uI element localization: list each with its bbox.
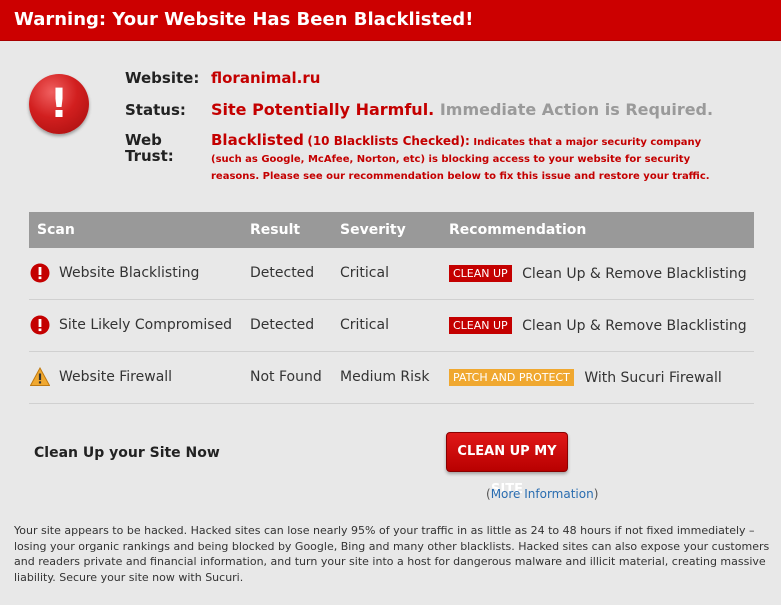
footer-description: Your site appears to be hacked. Hacked s… [14,524,770,584]
row-severity: Critical [340,265,389,281]
error-icon [30,263,50,283]
error-icon [30,315,50,335]
web-trust-label: Web Trust: [125,131,174,165]
row-result: Detected [250,317,315,333]
warning-banner: Warning: Your Website Has Been Blacklist… [0,0,781,41]
table-header: Scan Result Severity Recommendation [29,212,754,248]
row-scan: Website Blacklisting [59,265,200,281]
paren-close: ) [593,487,599,501]
warning-icon [30,367,50,386]
more-information: (More Information) [486,487,598,501]
website-value: floranimal.ru [211,69,321,87]
status-action: Immediate Action is Required. [439,100,714,119]
recommendation-text: Clean Up & Remove Blacklisting [522,266,747,282]
patch-and-protect-tag[interactable]: PATCH AND PROTECT [449,369,574,386]
more-information-link[interactable]: More Information [491,487,594,501]
table-row: Website Firewall Not Found Medium Risk P… [29,352,754,404]
row-scan: Site Likely Compromised [59,317,233,333]
header-recommendation: Recommendation [449,222,587,238]
cta-text: Clean Up your Site Now [34,445,220,461]
status-value: Site Potentially Harmful. Immediate Acti… [211,100,713,119]
row-result: Not Found [250,369,322,385]
row-scan: Website Firewall [59,369,173,385]
website-label: Website: [125,69,200,87]
table-row: Website Blacklisting Detected Critical C… [29,248,754,300]
status-label: Status: [125,101,186,119]
banner-title: Warning: Your Website Has Been Blacklist… [14,9,474,30]
trust-count: (10 Blacklists Checked): [307,134,470,148]
row-severity: Critical [340,317,389,333]
row-recommendation: CLEAN UP Clean Up & Remove Blacklisting [449,265,747,282]
status-harmful: Site Potentially Harmful. [211,100,435,119]
scan-results-table: Scan Result Severity Recommendation Webs… [29,212,754,404]
alert-icon-glyph: ! [49,81,69,127]
clean-up-tag[interactable]: CLEAN UP [449,265,512,282]
row-severity: Medium Risk [340,369,430,385]
web-trust-value: Blacklisted (10 Blacklists Checked): Ind… [211,132,711,185]
clean-up-my-site-button[interactable]: CLEAN UP MY SITE [446,432,568,497]
header-result: Result [250,222,301,238]
table-row: Site Likely Compromised Detected Critica… [29,300,754,352]
clean-up-tag[interactable]: CLEAN UP [449,317,512,334]
recommendation-text: With Sucuri Firewall [584,370,722,386]
recommendation-text: Clean Up & Remove Blacklisting [522,318,747,334]
alert-icon: ! [29,74,89,134]
row-result: Detected [250,265,315,281]
trust-title: Blacklisted [211,131,304,149]
header-scan: Scan [37,222,75,238]
header-severity: Severity [340,222,406,238]
row-recommendation: CLEAN UP Clean Up & Remove Blacklisting [449,317,747,334]
row-recommendation: PATCH AND PROTECT With Sucuri Firewall [449,369,722,386]
